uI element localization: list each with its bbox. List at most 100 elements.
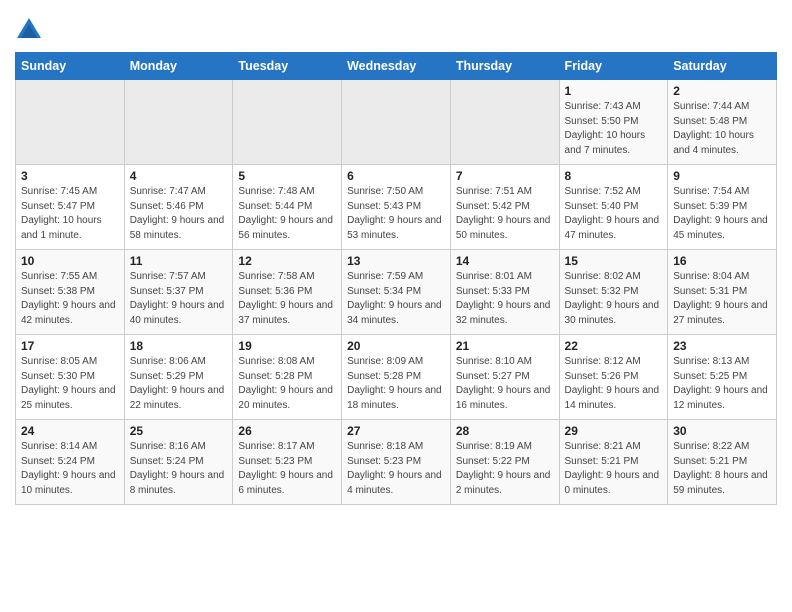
calendar-cell: 28 Sunrise: 8:19 AMSunset: 5:22 PMDayligh… bbox=[450, 420, 559, 505]
day-number: 14 bbox=[456, 254, 554, 268]
weekday-thursday: Thursday bbox=[450, 53, 559, 80]
day-number: 9 bbox=[673, 169, 771, 183]
day-number: 20 bbox=[347, 339, 445, 353]
calendar-cell bbox=[233, 80, 342, 165]
day-number: 26 bbox=[238, 424, 336, 438]
week-row-1: 1 Sunrise: 7:43 AMSunset: 5:50 PMDaylight… bbox=[16, 80, 777, 165]
calendar-cell: 18 Sunrise: 8:06 AMSunset: 5:29 PMDayligh… bbox=[124, 335, 233, 420]
day-number: 23 bbox=[673, 339, 771, 353]
weekday-friday: Friday bbox=[559, 53, 668, 80]
calendar-cell: 12 Sunrise: 7:58 AMSunset: 5:36 PMDayligh… bbox=[233, 250, 342, 335]
day-info: Sunrise: 7:55 AMSunset: 5:38 PMDaylight:… bbox=[21, 270, 119, 328]
calendar-cell bbox=[124, 80, 233, 165]
day-number: 15 bbox=[565, 254, 663, 268]
calendar-cell: 10 Sunrise: 7:55 AMSunset: 5:38 PMDayligh… bbox=[16, 250, 125, 335]
day-info: Sunrise: 7:50 AMSunset: 5:43 PMDaylight:… bbox=[347, 185, 445, 243]
calendar-cell: 22 Sunrise: 8:12 AMSunset: 5:26 PMDayligh… bbox=[559, 335, 668, 420]
calendar-cell: 6 Sunrise: 7:50 AMSunset: 5:43 PMDaylight… bbox=[342, 165, 451, 250]
day-number: 19 bbox=[238, 339, 336, 353]
day-info: Sunrise: 8:06 AMSunset: 5:29 PMDaylight:… bbox=[130, 355, 228, 413]
calendar-cell: 20 Sunrise: 8:09 AMSunset: 5:28 PMDayligh… bbox=[342, 335, 451, 420]
day-number: 11 bbox=[130, 254, 228, 268]
calendar-cell bbox=[16, 80, 125, 165]
day-number: 13 bbox=[347, 254, 445, 268]
day-info: Sunrise: 8:10 AMSunset: 5:27 PMDaylight:… bbox=[456, 355, 554, 413]
week-row-3: 10 Sunrise: 7:55 AMSunset: 5:38 PMDayligh… bbox=[16, 250, 777, 335]
weekday-sunday: Sunday bbox=[16, 53, 125, 80]
calendar-cell: 30Sunrise: 8:22 AMSunset: 5:21 PMDayligh… bbox=[668, 420, 777, 505]
day-number: 3 bbox=[21, 169, 119, 183]
day-number: 18 bbox=[130, 339, 228, 353]
day-number: 30 bbox=[673, 424, 771, 438]
calendar-cell bbox=[342, 80, 451, 165]
day-number: 28 bbox=[456, 424, 554, 438]
logo-icon bbox=[15, 16, 43, 44]
day-info: Sunrise: 8:17 AMSunset: 5:23 PMDaylight:… bbox=[238, 440, 336, 498]
weekday-wednesday: Wednesday bbox=[342, 53, 451, 80]
calendar-cell: 2Sunrise: 7:44 AMSunset: 5:48 PMDaylight… bbox=[668, 80, 777, 165]
day-number: 12 bbox=[238, 254, 336, 268]
day-number: 27 bbox=[347, 424, 445, 438]
weekday-tuesday: Tuesday bbox=[233, 53, 342, 80]
day-info: Sunrise: 8:13 AMSunset: 5:25 PMDaylight:… bbox=[673, 355, 771, 413]
calendar-cell: 17 Sunrise: 8:05 AMSunset: 5:30 PMDayligh… bbox=[16, 335, 125, 420]
weekday-monday: Monday bbox=[124, 53, 233, 80]
day-info: Sunrise: 8:05 AMSunset: 5:30 PMDaylight:… bbox=[21, 355, 119, 413]
calendar-cell: 24 Sunrise: 8:14 AMSunset: 5:24 PMDayligh… bbox=[16, 420, 125, 505]
day-info: Sunrise: 8:09 AMSunset: 5:28 PMDaylight:… bbox=[347, 355, 445, 413]
day-info: Sunrise: 7:58 AMSunset: 5:36 PMDaylight:… bbox=[238, 270, 336, 328]
logo bbox=[15, 16, 47, 44]
calendar-cell: 23 Sunrise: 8:13 AMSunset: 5:25 PMDayligh… bbox=[668, 335, 777, 420]
week-row-5: 24 Sunrise: 8:14 AMSunset: 5:24 PMDayligh… bbox=[16, 420, 777, 505]
weekday-saturday: Saturday bbox=[668, 53, 777, 80]
day-number: 5 bbox=[238, 169, 336, 183]
calendar-cell: 11 Sunrise: 7:57 AMSunset: 5:37 PMDayligh… bbox=[124, 250, 233, 335]
day-info: Sunrise: 8:18 AMSunset: 5:23 PMDaylight:… bbox=[347, 440, 445, 498]
header bbox=[15, 10, 777, 44]
day-info: Sunrise: 8:08 AMSunset: 5:28 PMDaylight:… bbox=[238, 355, 336, 413]
calendar-cell: 13 Sunrise: 7:59 AMSunset: 5:34 PMDayligh… bbox=[342, 250, 451, 335]
day-info: Sunrise: 7:52 AMSunset: 5:40 PMDaylight:… bbox=[565, 185, 663, 243]
day-number: 10 bbox=[21, 254, 119, 268]
calendar-cell: 7Sunrise: 7:51 AMSunset: 5:42 PMDaylight… bbox=[450, 165, 559, 250]
day-info: Sunrise: 7:54 AMSunset: 5:39 PMDaylight:… bbox=[673, 185, 771, 243]
day-info: Sunrise: 8:19 AMSunset: 5:22 PMDaylight:… bbox=[456, 440, 554, 498]
day-number: 6 bbox=[347, 169, 445, 183]
calendar-cell: 3Sunrise: 7:45 AMSunset: 5:47 PMDaylight… bbox=[16, 165, 125, 250]
calendar-cell: 16 Sunrise: 8:04 AMSunset: 5:31 PMDayligh… bbox=[668, 250, 777, 335]
calendar-cell: 8Sunrise: 7:52 AMSunset: 5:40 PMDaylight… bbox=[559, 165, 668, 250]
day-number: 17 bbox=[21, 339, 119, 353]
calendar-cell: 14Sunrise: 8:01 AMSunset: 5:33 PMDayligh… bbox=[450, 250, 559, 335]
day-number: 4 bbox=[130, 169, 228, 183]
day-info: Sunrise: 8:12 AMSunset: 5:26 PMDaylight:… bbox=[565, 355, 663, 413]
day-info: Sunrise: 8:04 AMSunset: 5:31 PMDaylight:… bbox=[673, 270, 771, 328]
day-number: 29 bbox=[565, 424, 663, 438]
day-number: 24 bbox=[21, 424, 119, 438]
day-info: Sunrise: 8:16 AMSunset: 5:24 PMDaylight:… bbox=[130, 440, 228, 498]
calendar: SundayMondayTuesdayWednesdayThursdayFrid… bbox=[15, 52, 777, 505]
day-info: Sunrise: 7:57 AMSunset: 5:37 PMDaylight:… bbox=[130, 270, 228, 328]
day-info: Sunrise: 7:59 AMSunset: 5:34 PMDaylight:… bbox=[347, 270, 445, 328]
week-row-2: 3Sunrise: 7:45 AMSunset: 5:47 PMDaylight… bbox=[16, 165, 777, 250]
day-info: Sunrise: 8:14 AMSunset: 5:24 PMDaylight:… bbox=[21, 440, 119, 498]
calendar-cell bbox=[450, 80, 559, 165]
day-number: 16 bbox=[673, 254, 771, 268]
calendar-cell: 1 Sunrise: 7:43 AMSunset: 5:50 PMDaylight… bbox=[559, 80, 668, 165]
calendar-cell: 9 Sunrise: 7:54 AMSunset: 5:39 PMDaylight… bbox=[668, 165, 777, 250]
calendar-body: 1 Sunrise: 7:43 AMSunset: 5:50 PMDaylight… bbox=[16, 80, 777, 505]
weekday-header-row: SundayMondayTuesdayWednesdayThursdayFrid… bbox=[16, 53, 777, 80]
day-info: Sunrise: 7:44 AMSunset: 5:48 PMDaylight:… bbox=[673, 100, 771, 158]
calendar-cell: 21 Sunrise: 8:10 AMSunset: 5:27 PMDayligh… bbox=[450, 335, 559, 420]
day-info: Sunrise: 7:43 AMSunset: 5:50 PMDaylight:… bbox=[565, 100, 663, 158]
day-number: 21 bbox=[456, 339, 554, 353]
day-number: 1 bbox=[565, 84, 663, 98]
calendar-cell: 15 Sunrise: 8:02 AMSunset: 5:32 PMDayligh… bbox=[559, 250, 668, 335]
day-info: Sunrise: 7:48 AMSunset: 5:44 PMDaylight:… bbox=[238, 185, 336, 243]
day-number: 22 bbox=[565, 339, 663, 353]
calendar-cell: 19 Sunrise: 8:08 AMSunset: 5:28 PMDayligh… bbox=[233, 335, 342, 420]
day-number: 25 bbox=[130, 424, 228, 438]
calendar-cell: 27 Sunrise: 8:18 AMSunset: 5:23 PMDayligh… bbox=[342, 420, 451, 505]
day-info: Sunrise: 8:02 AMSunset: 5:32 PMDaylight:… bbox=[565, 270, 663, 328]
calendar-cell: 25 Sunrise: 8:16 AMSunset: 5:24 PMDayligh… bbox=[124, 420, 233, 505]
day-number: 7 bbox=[456, 169, 554, 183]
